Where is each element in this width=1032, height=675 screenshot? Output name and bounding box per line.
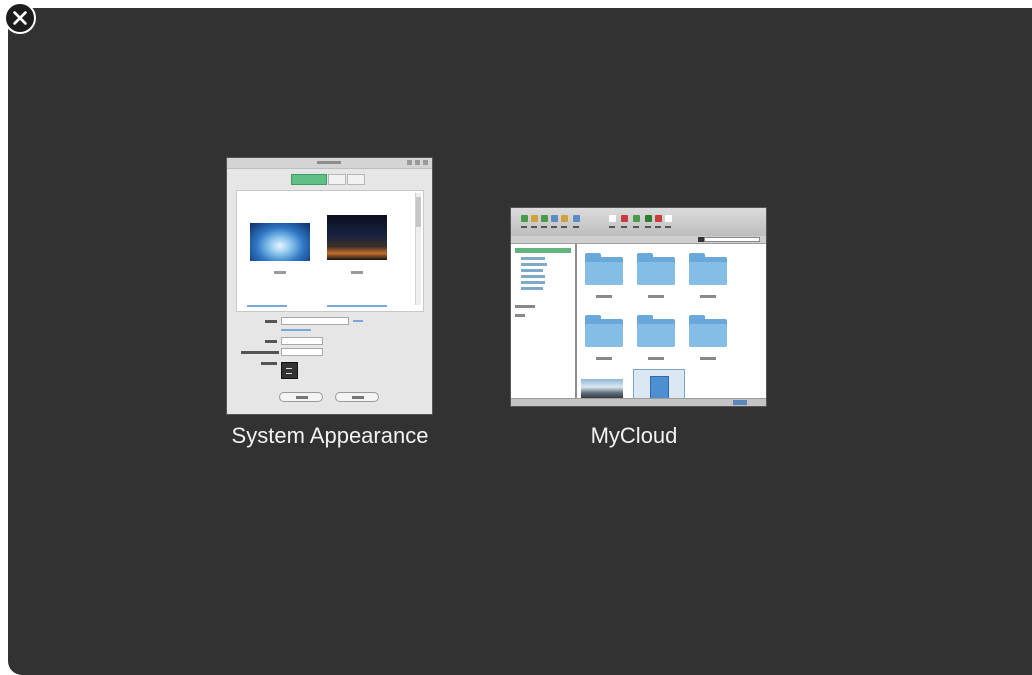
close-icon[interactable] xyxy=(4,2,36,34)
thumbnail-toolbar xyxy=(511,208,766,237)
system-appearance-thumbnail[interactable] xyxy=(227,158,432,414)
thumbnail-sidebar xyxy=(511,244,577,399)
wallpaper-thumb-city xyxy=(327,215,387,260)
close-x-glyph xyxy=(13,11,27,25)
mycloud-thumbnail[interactable] xyxy=(511,208,766,406)
thumbnail-titlebar xyxy=(227,158,432,169)
window-title-mycloud[interactable]: MyCloud xyxy=(454,423,814,449)
wallpaper-thumb-blue xyxy=(250,223,310,261)
wallpaper-preview-area xyxy=(236,190,424,312)
accent-swatch xyxy=(281,362,298,379)
thumbnail-tabs xyxy=(291,174,366,185)
thumbnail-folder-grid xyxy=(577,244,766,402)
